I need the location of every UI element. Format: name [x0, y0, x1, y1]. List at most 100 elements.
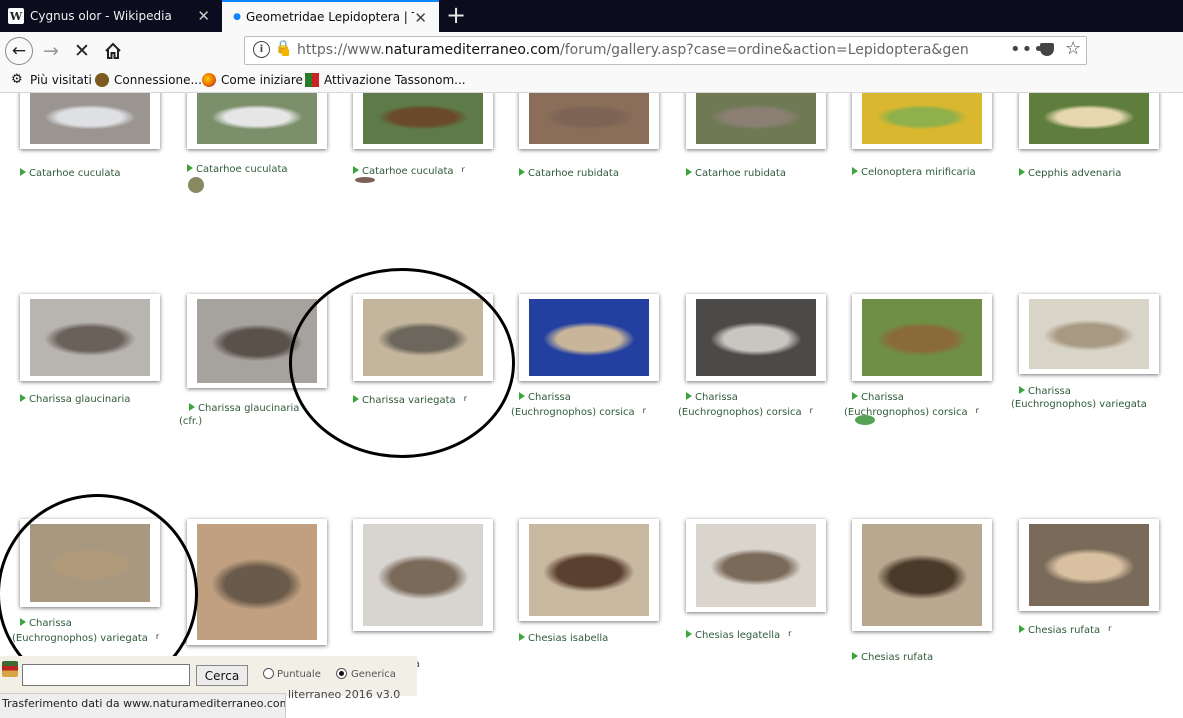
moth-photo: [363, 524, 483, 626]
pocket-icon[interactable]: [1040, 43, 1054, 56]
gallery-thumbnail[interactable]: [20, 93, 160, 149]
gallery-thumbnail[interactable]: [519, 294, 659, 381]
gallery-thumbnail[interactable]: [852, 519, 992, 631]
species-link[interactable]: Catarhoe cuculata: [187, 163, 288, 176]
link-arrow-icon: [1019, 386, 1025, 394]
close-tab-icon[interactable]: ✕: [414, 9, 427, 27]
species-name: Catarhoe rubidata: [528, 168, 619, 179]
species-link[interactable]: Charissa (Euchrognophos) corsica r: [678, 391, 813, 419]
link-arrow-icon: [20, 168, 26, 176]
gear-icon: ⚙: [11, 72, 23, 87]
bookmark-connessione[interactable]: Connessione...: [95, 73, 202, 87]
link-arrow-icon: [686, 392, 692, 400]
species-link[interactable]: Catarhoe rubidata: [686, 167, 786, 180]
gallery-thumbnail[interactable]: [686, 519, 826, 612]
close-tab-icon[interactable]: ✕: [197, 7, 210, 25]
new-tab-button[interactable]: +: [446, 2, 466, 28]
close-icon: ✕: [74, 40, 90, 62]
species-link[interactable]: Chesias isabella: [519, 632, 608, 645]
radio-generica-label: Generica: [351, 669, 396, 680]
search-input[interactable]: [22, 664, 190, 686]
species-link[interactable]: Catarhoe cuculata: [20, 167, 121, 180]
moth-photo: [529, 299, 649, 376]
gallery-thumbnail[interactable]: [1019, 519, 1159, 611]
gallery-thumbnail[interactable]: [353, 519, 493, 631]
moth-photo: [30, 524, 150, 602]
species-link[interactable]: Charissa (Euchrognophos) corsica r: [844, 391, 979, 419]
bookmark-attivazione[interactable]: Attivazione Tassonom...: [305, 73, 466, 87]
url-text[interactable]: https://www.naturamediterraneo.com/forum…: [297, 42, 969, 58]
gallery: Catarhoe cuculata Catarhoe cuculata Catarh…: [0, 93, 1183, 718]
gallery-thumbnail[interactable]: [686, 93, 826, 149]
species-link[interactable]: Charissa (Euchrognophos) corsica r: [511, 391, 646, 419]
info-icon[interactable]: i: [253, 41, 270, 58]
species-link[interactable]: Celonoptera mirificaria: [852, 166, 976, 179]
bookmark-most-visited[interactable]: ⚙ Più visitati: [11, 72, 92, 88]
radio-puntuale[interactable]: [263, 668, 274, 679]
bookmarks-toolbar: ⚙ Più visitati Connessione... Come inizi…: [0, 70, 1183, 93]
wikipedia-icon: W: [8, 8, 24, 24]
moth-photo: [363, 299, 483, 376]
books-icon: [2, 661, 18, 677]
species-link[interactable]: Charissa glaucinaria (cfr.): [179, 402, 300, 428]
species-link[interactable]: Catarhoe cuculata r: [353, 163, 465, 178]
star-icon[interactable]: ☆: [1065, 38, 1081, 59]
gallery-thumbnail[interactable]: [686, 294, 826, 381]
species-name: Celonoptera mirificaria: [861, 167, 976, 178]
r-marker: r: [642, 406, 646, 415]
gallery-thumbnail[interactable]: [187, 519, 327, 645]
species-name: Charissa: [1028, 386, 1071, 397]
species-link[interactable]: Charissa (Euchrognophos) variegata: [1011, 385, 1147, 411]
bookmark-label: Attivazione Tassonom...: [324, 73, 466, 87]
back-button[interactable]: ←: [5, 37, 33, 65]
species-link[interactable]: Catarhoe rubidata: [519, 167, 619, 180]
gallery-thumbnail[interactable]: [353, 294, 493, 381]
url-bar[interactable]: i 🔒 https://www.naturamediterraneo.com/f…: [244, 36, 1087, 65]
stop-button[interactable]: ✕: [68, 37, 96, 65]
lock-icon[interactable]: 🔒: [275, 40, 291, 56]
species-name: Charissa: [29, 618, 72, 629]
link-arrow-icon: [852, 652, 858, 660]
species-name: Catarhoe cuculata: [362, 166, 454, 177]
species-link[interactable]: Charissa glaucinaria: [20, 393, 130, 406]
search-button[interactable]: Cerca: [196, 665, 248, 686]
species-name: Charissa: [528, 392, 571, 403]
gallery-thumbnail[interactable]: [20, 294, 160, 381]
flag-icon: [305, 73, 319, 87]
species-link[interactable]: Chesias rufata r: [1019, 622, 1111, 637]
gallery-thumbnail[interactable]: [519, 93, 659, 149]
species-name: Cepphis advenaria: [1028, 168, 1122, 179]
tab-geometridae[interactable]: ● Geometridae Lepidoptera | Tas ✕: [222, 0, 439, 32]
home-button[interactable]: [99, 37, 127, 65]
species-name: Charissa glaucinaria: [29, 394, 131, 405]
species-link[interactable]: Charissa (Euchrognophos) variegata r: [12, 617, 159, 645]
species-link[interactable]: Chesias legatella r: [686, 627, 791, 642]
tab-wikipedia[interactable]: W Cygnus olor - Wikipedia ✕: [0, 0, 222, 32]
gallery-thumbnail[interactable]: [852, 294, 992, 381]
gallery-thumbnail[interactable]: [519, 519, 659, 621]
caterpillar-icon: [855, 415, 875, 425]
species-name: (Euchrognophos) corsica: [511, 407, 635, 418]
gallery-thumbnail[interactable]: [187, 93, 327, 149]
gallery-thumbnail[interactable]: [1019, 294, 1159, 374]
gallery-thumbnail[interactable]: [852, 93, 992, 149]
gallery-thumbnail[interactable]: [187, 294, 327, 388]
larva-icon: [355, 177, 375, 183]
gallery-thumbnail[interactable]: [353, 93, 493, 149]
bookmark-come-iniziare[interactable]: Come iniziare: [202, 73, 303, 87]
radio-generica[interactable]: [336, 668, 347, 679]
gallery-thumbnail[interactable]: [20, 519, 160, 607]
species-name: Chesias rufata: [1028, 625, 1101, 636]
link-arrow-icon: [20, 394, 26, 402]
species-link[interactable]: Chesias rufata: [852, 651, 933, 664]
species-link[interactable]: Cepphis advenaria: [1019, 167, 1121, 180]
species-name: (Euchrognophos) variegata: [12, 633, 148, 644]
species-name: Charissa glaucinaria: [198, 403, 300, 414]
link-arrow-icon: [852, 392, 858, 400]
r-marker: r: [788, 629, 792, 638]
species-link[interactable]: Charissa variegata r: [353, 392, 467, 407]
species-name: Charissa: [861, 392, 904, 403]
gallery-thumbnail[interactable]: [1019, 93, 1159, 149]
forward-button[interactable]: →: [37, 37, 65, 65]
link-arrow-icon: [20, 618, 26, 626]
